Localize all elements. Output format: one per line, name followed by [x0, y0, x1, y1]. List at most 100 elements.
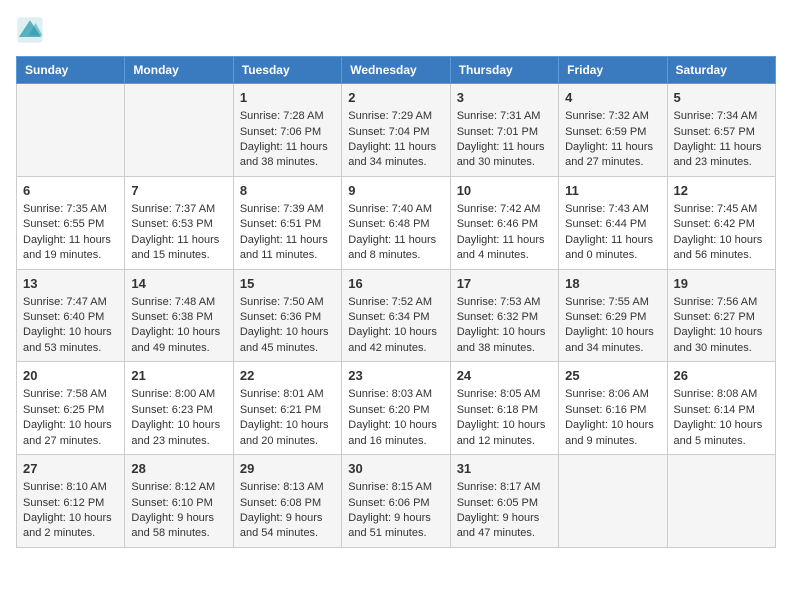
day-number: 12 — [674, 182, 769, 200]
cell-content: Sunset: 6:48 PM — [348, 217, 443, 232]
day-header-wednesday: Wednesday — [342, 57, 450, 84]
cell-content: Sunrise: 7:56 AM — [674, 295, 769, 310]
cell-content: Sunset: 6:59 PM — [565, 125, 660, 140]
cell-content: Daylight: 10 hours and 5 minutes. — [674, 418, 769, 449]
cell-content: Sunset: 6:51 PM — [240, 217, 335, 232]
cell-content: Daylight: 10 hours and 42 minutes. — [348, 325, 443, 356]
cell-content: Sunrise: 8:12 AM — [131, 480, 226, 495]
cell-content: Sunrise: 7:28 AM — [240, 109, 335, 124]
calendar-cell: 7Sunrise: 7:37 AMSunset: 6:53 PMDaylight… — [125, 176, 233, 269]
cell-content: Daylight: 9 hours and 51 minutes. — [348, 511, 443, 542]
cell-content: Sunset: 6:44 PM — [565, 217, 660, 232]
cell-content: Daylight: 10 hours and 27 minutes. — [23, 418, 118, 449]
cell-content: Sunset: 6:38 PM — [131, 310, 226, 325]
calendar-table: SundayMondayTuesdayWednesdayThursdayFrid… — [16, 56, 776, 548]
cell-content: Sunset: 6:10 PM — [131, 496, 226, 511]
cell-content: Sunset: 6:53 PM — [131, 217, 226, 232]
week-row-4: 20Sunrise: 7:58 AMSunset: 6:25 PMDayligh… — [17, 362, 776, 455]
calendar-cell: 4Sunrise: 7:32 AMSunset: 6:59 PMDaylight… — [559, 84, 667, 177]
day-number: 8 — [240, 182, 335, 200]
week-row-2: 6Sunrise: 7:35 AMSunset: 6:55 PMDaylight… — [17, 176, 776, 269]
cell-content: Daylight: 11 hours and 23 minutes. — [674, 140, 769, 171]
cell-content: Sunrise: 7:40 AM — [348, 202, 443, 217]
day-number: 26 — [674, 367, 769, 385]
cell-content: Sunset: 6:23 PM — [131, 403, 226, 418]
day-header-saturday: Saturday — [667, 57, 775, 84]
calendar-cell: 26Sunrise: 8:08 AMSunset: 6:14 PMDayligh… — [667, 362, 775, 455]
cell-content: Daylight: 10 hours and 56 minutes. — [674, 233, 769, 264]
calendar-cell: 27Sunrise: 8:10 AMSunset: 6:12 PMDayligh… — [17, 455, 125, 548]
cell-content: Sunrise: 7:50 AM — [240, 295, 335, 310]
header-row: SundayMondayTuesdayWednesdayThursdayFrid… — [17, 57, 776, 84]
calendar-cell: 22Sunrise: 8:01 AMSunset: 6:21 PMDayligh… — [233, 362, 341, 455]
day-number: 11 — [565, 182, 660, 200]
calendar-cell: 3Sunrise: 7:31 AMSunset: 7:01 PMDaylight… — [450, 84, 558, 177]
day-number: 29 — [240, 460, 335, 478]
calendar-cell: 28Sunrise: 8:12 AMSunset: 6:10 PMDayligh… — [125, 455, 233, 548]
cell-content: Sunrise: 8:01 AM — [240, 387, 335, 402]
cell-content: Sunrise: 7:31 AM — [457, 109, 552, 124]
cell-content: Sunset: 6:42 PM — [674, 217, 769, 232]
cell-content: Sunrise: 7:29 AM — [348, 109, 443, 124]
calendar-cell: 19Sunrise: 7:56 AMSunset: 6:27 PMDayligh… — [667, 269, 775, 362]
day-number: 13 — [23, 275, 118, 293]
cell-content: Sunrise: 7:55 AM — [565, 295, 660, 310]
day-number: 27 — [23, 460, 118, 478]
calendar-cell: 14Sunrise: 7:48 AMSunset: 6:38 PMDayligh… — [125, 269, 233, 362]
cell-content: Sunrise: 8:10 AM — [23, 480, 118, 495]
day-number: 31 — [457, 460, 552, 478]
day-number: 30 — [348, 460, 443, 478]
day-number: 7 — [131, 182, 226, 200]
cell-content: Sunrise: 8:06 AM — [565, 387, 660, 402]
calendar-cell: 5Sunrise: 7:34 AMSunset: 6:57 PMDaylight… — [667, 84, 775, 177]
cell-content: Sunset: 6:21 PM — [240, 403, 335, 418]
cell-content: Sunrise: 7:53 AM — [457, 295, 552, 310]
cell-content: Daylight: 10 hours and 20 minutes. — [240, 418, 335, 449]
day-number: 20 — [23, 367, 118, 385]
calendar-cell: 25Sunrise: 8:06 AMSunset: 6:16 PMDayligh… — [559, 362, 667, 455]
calendar-cell: 16Sunrise: 7:52 AMSunset: 6:34 PMDayligh… — [342, 269, 450, 362]
cell-content: Sunset: 6:29 PM — [565, 310, 660, 325]
cell-content: Daylight: 11 hours and 34 minutes. — [348, 140, 443, 171]
cell-content: Sunrise: 7:34 AM — [674, 109, 769, 124]
day-number: 23 — [348, 367, 443, 385]
calendar-cell: 30Sunrise: 8:15 AMSunset: 6:06 PMDayligh… — [342, 455, 450, 548]
day-number: 15 — [240, 275, 335, 293]
cell-content: Sunrise: 7:37 AM — [131, 202, 226, 217]
cell-content: Sunrise: 7:45 AM — [674, 202, 769, 217]
cell-content: Daylight: 10 hours and 23 minutes. — [131, 418, 226, 449]
cell-content: Sunset: 7:06 PM — [240, 125, 335, 140]
day-header-thursday: Thursday — [450, 57, 558, 84]
cell-content: Daylight: 10 hours and 30 minutes. — [674, 325, 769, 356]
cell-content: Daylight: 11 hours and 38 minutes. — [240, 140, 335, 171]
logo — [16, 16, 48, 44]
calendar-cell: 31Sunrise: 8:17 AMSunset: 6:05 PMDayligh… — [450, 455, 558, 548]
week-row-5: 27Sunrise: 8:10 AMSunset: 6:12 PMDayligh… — [17, 455, 776, 548]
cell-content: Sunrise: 8:15 AM — [348, 480, 443, 495]
cell-content: Daylight: 10 hours and 12 minutes. — [457, 418, 552, 449]
cell-content: Sunrise: 8:05 AM — [457, 387, 552, 402]
day-number: 19 — [674, 275, 769, 293]
day-number: 1 — [240, 89, 335, 107]
cell-content: Sunrise: 7:52 AM — [348, 295, 443, 310]
cell-content: Sunset: 6:08 PM — [240, 496, 335, 511]
day-number: 18 — [565, 275, 660, 293]
calendar-cell: 12 Sunrise: 7:45 AMSunset: 6:42 PMDayligh… — [667, 176, 775, 269]
day-number: 9 — [348, 182, 443, 200]
calendar-cell: 10Sunrise: 7:42 AMSunset: 6:46 PMDayligh… — [450, 176, 558, 269]
day-header-tuesday: Tuesday — [233, 57, 341, 84]
cell-content: Sunset: 6:57 PM — [674, 125, 769, 140]
calendar-header: SundayMondayTuesdayWednesdayThursdayFrid… — [17, 57, 776, 84]
calendar-cell: 8Sunrise: 7:39 AMSunset: 6:51 PMDaylight… — [233, 176, 341, 269]
calendar-cell: 29Sunrise: 8:13 AMSunset: 6:08 PMDayligh… — [233, 455, 341, 548]
calendar-cell: 24Sunrise: 8:05 AMSunset: 6:18 PMDayligh… — [450, 362, 558, 455]
calendar-body: 1Sunrise: 7:28 AMSunset: 7:06 PMDaylight… — [17, 84, 776, 548]
cell-content: Daylight: 11 hours and 4 minutes. — [457, 233, 552, 264]
day-number: 17 — [457, 275, 552, 293]
day-number: 3 — [457, 89, 552, 107]
day-header-sunday: Sunday — [17, 57, 125, 84]
cell-content: Sunset: 6:32 PM — [457, 310, 552, 325]
cell-content: Sunrise: 8:17 AM — [457, 480, 552, 495]
cell-content: Daylight: 9 hours and 58 minutes. — [131, 511, 226, 542]
day-number: 2 — [348, 89, 443, 107]
